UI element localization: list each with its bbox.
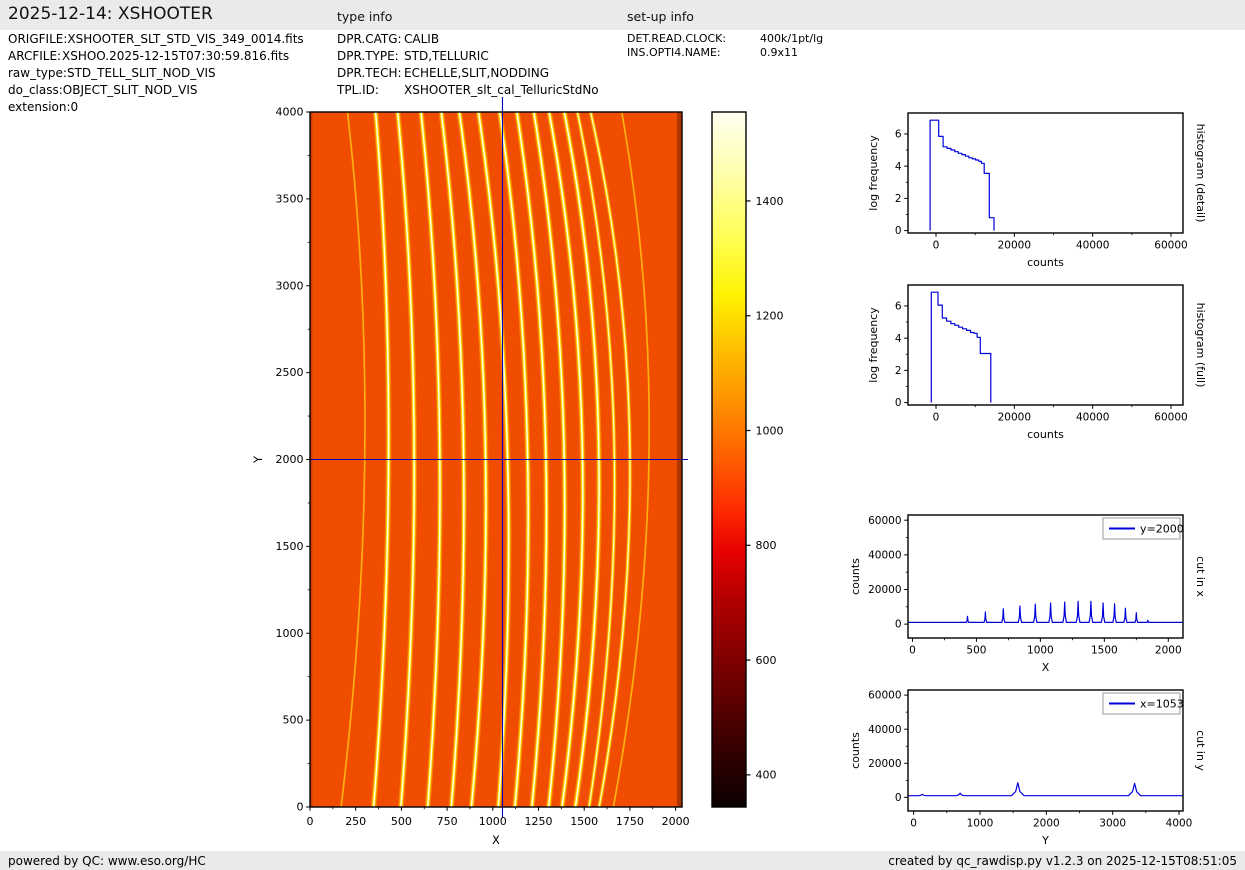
- y-tick-label: 2: [895, 365, 902, 377]
- y-axis-label: log frequency: [867, 307, 880, 383]
- x-tick-label: 60000: [1154, 412, 1187, 424]
- y-tick-label: 0: [297, 801, 304, 814]
- x-tick-label: 500: [391, 815, 412, 828]
- colorbar-tick-label: 400: [756, 769, 777, 782]
- y-tick-label: 40000: [868, 549, 901, 561]
- y-tick-label: 2: [895, 193, 902, 205]
- x-tick-label: 750: [437, 815, 458, 828]
- x-tick-label: 40000: [1076, 240, 1109, 252]
- data-line: [930, 120, 994, 230]
- x-tick-label: 1500: [570, 815, 598, 828]
- x-axis-label: X: [1042, 661, 1050, 674]
- y-tick-label: 0: [895, 397, 902, 409]
- y-tick-label: 0: [895, 225, 902, 237]
- x-tick-label: 1500: [1091, 645, 1118, 657]
- right-side-label: histogram (full): [1194, 303, 1207, 388]
- y-tick-label: 4: [895, 161, 902, 173]
- x-axis-label: Y: [1041, 834, 1049, 847]
- x-tick-label: 0: [933, 240, 940, 252]
- cut-y-plot: x=1053: [908, 693, 1184, 796]
- colorbar-tick-label: 1200: [756, 310, 784, 323]
- y-tick-label: 3000: [276, 279, 304, 292]
- x-axis-label: counts: [1027, 256, 1064, 269]
- hist_detail-axes: 0 20000 40000 60000 0 2 4 6 counts log frequency h…: [867, 113, 1207, 269]
- y-tick-label: 4: [895, 333, 902, 345]
- data-line: [908, 601, 1183, 622]
- hist-detail-plot: [930, 120, 994, 230]
- y-tick-label: 2000: [276, 453, 304, 466]
- x-tick-label: 1000: [967, 818, 994, 830]
- y-tick-label: 3500: [276, 192, 304, 205]
- colorbar-tick-label: 800: [756, 539, 777, 552]
- y-axis-label: counts: [849, 732, 862, 769]
- right-side-label: histogram (detail): [1194, 124, 1207, 223]
- y-tick-label: 1000: [276, 627, 304, 640]
- right-side-label: cut in x: [1194, 556, 1207, 597]
- cut-x-plot: y=2000: [908, 518, 1184, 622]
- y-tick-label: 0: [895, 619, 902, 631]
- footer-bar: powered by QC: www.eso.org/HC created by…: [0, 851, 1245, 870]
- plot-border: [908, 285, 1183, 405]
- y-tick-label: 500: [283, 714, 304, 727]
- x-tick-label: 2000: [1155, 645, 1182, 657]
- x-tick-label: 2000: [662, 815, 690, 828]
- hist-full-plot: [931, 292, 991, 402]
- x-tick-label: 40000: [1076, 412, 1109, 424]
- y-tick-label: 20000: [868, 584, 901, 596]
- x-tick-label: 0: [933, 412, 940, 424]
- x-tick-label: 0: [910, 818, 917, 830]
- x-axis-label: counts: [1027, 428, 1064, 441]
- raw-image-plot: [310, 97, 688, 818]
- data-line: [908, 783, 1183, 796]
- x-tick-label: 500: [966, 645, 986, 657]
- hist_full-axes: 0 20000 40000 60000 0 2 4 6 counts log frequency h…: [867, 285, 1207, 441]
- plot-border: [908, 113, 1183, 233]
- colorbar-tick-label: 1400: [756, 195, 784, 208]
- x-axis-label: X: [492, 833, 500, 847]
- x-tick-label: 2000: [1033, 818, 1060, 830]
- x-tick-label: 0: [307, 815, 314, 828]
- y-tick-label: 1500: [276, 540, 304, 553]
- y-axis-label: counts: [849, 558, 862, 595]
- footer-credit-right: created by qc_rawdisp.py v1.2.3 on 2025-…: [888, 854, 1237, 868]
- y-tick-label: 6: [895, 129, 902, 141]
- y-tick-label: 0: [895, 792, 902, 804]
- y-tick-label: 2500: [276, 366, 304, 379]
- colorbar-tick-label: 600: [756, 654, 777, 667]
- x-tick-label: 1250: [525, 815, 553, 828]
- x-tick-label: 0: [909, 645, 916, 657]
- y-tick-label: 20000: [868, 758, 901, 770]
- x-tick-label: 1000: [479, 815, 507, 828]
- y-axis-label: Y: [251, 455, 265, 464]
- y-tick-label: 6: [895, 301, 902, 313]
- x-tick-label: 1000: [1027, 645, 1054, 657]
- y-tick-label: 4000: [276, 106, 304, 119]
- x-tick-label: 250: [345, 815, 366, 828]
- legend-label: y=2000: [1140, 523, 1184, 536]
- right-side-label: cut in y: [1194, 730, 1207, 771]
- legend-label: x=1053: [1140, 698, 1184, 711]
- colorbar-gradient: [712, 112, 746, 807]
- y-tick-label: 60000: [868, 690, 901, 702]
- x-tick-label: 3000: [1099, 818, 1126, 830]
- y-axis-label: log frequency: [867, 135, 880, 211]
- x-tick-label: 20000: [998, 240, 1031, 252]
- x-tick-label: 1750: [616, 815, 644, 828]
- x-tick-label: 4000: [1166, 818, 1193, 830]
- colorbar: 400 600 800 1000 1200 1400: [712, 112, 784, 807]
- x-tick-label: 20000: [998, 412, 1031, 424]
- y-tick-label: 40000: [868, 724, 901, 736]
- data-line: [931, 292, 991, 402]
- qc-report-page: 2025-12-14: XSHOOTER type info set-up in…: [0, 0, 1245, 870]
- x-tick-label: 60000: [1154, 240, 1187, 252]
- colorbar-tick-label: 1000: [756, 424, 784, 437]
- plots-canvas: 0250500750100012501500175020000500100015…: [0, 0, 1245, 870]
- footer-credit-left: powered by QC: www.eso.org/HC: [8, 854, 206, 868]
- y-tick-label: 60000: [868, 515, 901, 527]
